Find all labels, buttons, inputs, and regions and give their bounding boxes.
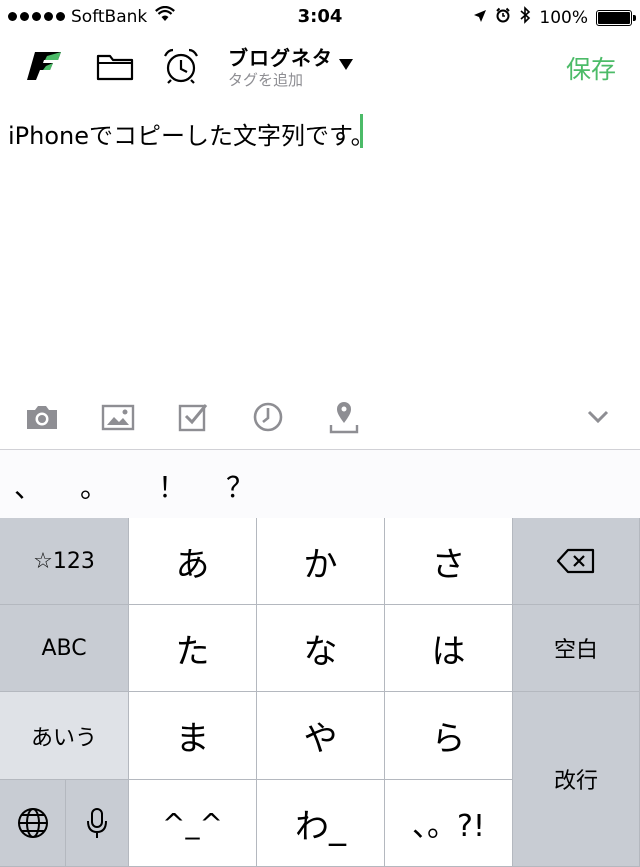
kana-mode-key[interactable]: あいう	[0, 692, 129, 780]
battery-icon	[596, 9, 636, 26]
kana-key-ha[interactable]: は	[385, 605, 513, 692]
space-key[interactable]: 空白	[513, 605, 640, 692]
return-key[interactable]: 改行	[513, 692, 640, 867]
candidate-question[interactable]: ？	[226, 466, 254, 506]
chevron-down-icon[interactable]	[578, 398, 618, 436]
candidate-exclamation[interactable]: ！	[158, 466, 186, 506]
caret-down-icon[interactable]	[338, 56, 354, 75]
note-body-text[interactable]: iPhoneでコピーした文字列です。	[8, 116, 375, 151]
candidate-period[interactable]: 。	[80, 466, 108, 506]
app-logo-icon[interactable]	[24, 46, 66, 86]
save-button[interactable]: 保存	[566, 50, 616, 86]
dictation-key[interactable]	[66, 780, 129, 867]
alarm-status-icon	[495, 7, 511, 28]
kana-key-wa[interactable]: わ_	[257, 780, 385, 867]
kana-key-ka[interactable]: か	[257, 518, 385, 605]
globe-key[interactable]	[0, 780, 66, 867]
note-editor[interactable]: iPhoneでコピーした文字列です。	[0, 104, 640, 374]
delete-key[interactable]	[513, 518, 640, 605]
status-bar: SoftBank 3:04 100%	[0, 0, 640, 34]
kana-key-a[interactable]: あ	[129, 518, 257, 605]
reminder-alarm-icon[interactable]	[160, 46, 202, 86]
microphone-icon	[87, 808, 107, 838]
kana-key-ta[interactable]: た	[129, 605, 257, 692]
battery-percent: 100%	[539, 7, 588, 28]
abc-key[interactable]: ABC	[0, 605, 129, 692]
nav-bar: ブログネタ タグを追加 保存	[0, 36, 640, 96]
kana-key-ra[interactable]: ら	[385, 692, 513, 780]
folder-icon[interactable]	[94, 46, 136, 86]
photo-icon[interactable]	[98, 398, 138, 436]
status-right: 100%	[473, 6, 636, 29]
symbols-key[interactable]: ☆123	[0, 518, 129, 605]
punctuation-key[interactable]: 、。?!	[385, 780, 513, 867]
location-arrow-icon	[473, 8, 487, 28]
emoticon-key[interactable]: ^_^	[129, 780, 257, 867]
location-icon[interactable]	[324, 398, 364, 436]
insert-toolbar	[0, 392, 640, 442]
bluetooth-icon	[519, 6, 531, 29]
reminder-icon[interactable]	[248, 398, 288, 436]
globe-icon	[17, 808, 48, 838]
japanese-kana-keyboard: ☆123 ABC あいう あ か さ た な は ま や ら ^_^ わ_ 、。…	[0, 518, 640, 867]
candidate-bar: 、 。 ！ ？	[0, 450, 640, 518]
add-tag-label[interactable]: タグを追加	[228, 69, 333, 90]
kana-key-ma[interactable]: ま	[129, 692, 257, 780]
notebook-title[interactable]: ブログネタ	[228, 42, 333, 71]
text-cursor	[360, 114, 363, 148]
backspace-icon	[556, 548, 595, 574]
kana-key-na[interactable]: な	[257, 605, 385, 692]
notebook-title-area[interactable]: ブログネタ タグを追加	[228, 42, 333, 90]
kana-key-ya[interactable]: や	[257, 692, 385, 780]
kana-key-sa[interactable]: さ	[385, 518, 513, 605]
camera-icon[interactable]	[22, 398, 62, 436]
candidate-comma[interactable]: 、	[14, 466, 42, 506]
checkbox-icon[interactable]	[174, 398, 214, 436]
